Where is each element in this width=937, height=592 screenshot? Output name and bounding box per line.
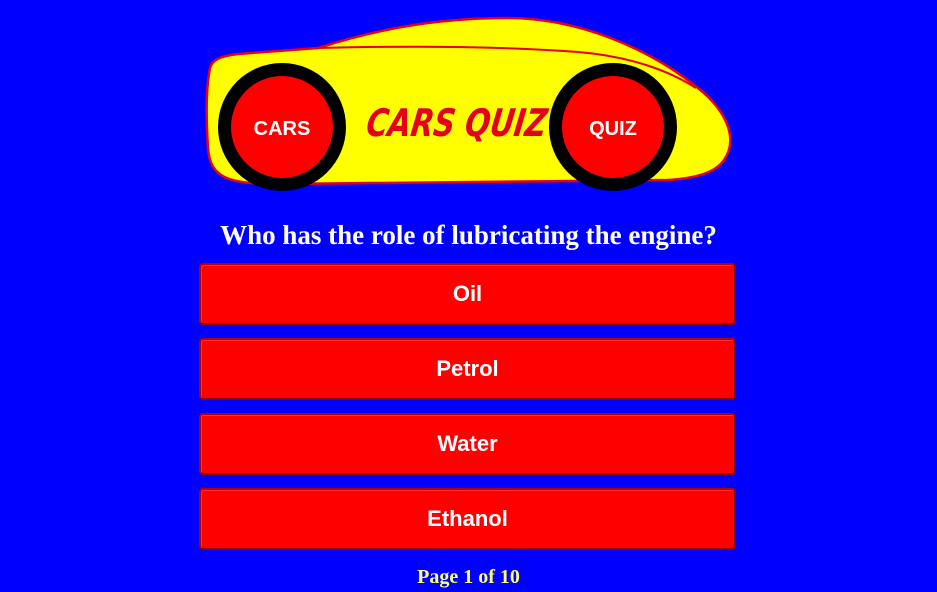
answer-button-ethanol[interactable]: Ethanol [199, 488, 736, 550]
answer-button-oil[interactable]: Oil [199, 263, 736, 325]
logo-title: CARS QUIZ [364, 102, 551, 146]
page-indicator: Page 1 of 10 [417, 566, 520, 588]
question-text: Who has the role of lubricating the engi… [220, 220, 717, 250]
answer-button-water[interactable]: Water [199, 413, 736, 475]
answer-button-petrol[interactable]: Petrol [199, 338, 736, 400]
left-wheel-label: CARS [254, 118, 311, 140]
cars-quiz-logo: CARS QUIZ CARS QUIZ [198, 8, 736, 194]
right-wheel-label: QUIZ [589, 118, 637, 140]
answer-list: Oil Petrol Water Ethanol [199, 263, 736, 563]
